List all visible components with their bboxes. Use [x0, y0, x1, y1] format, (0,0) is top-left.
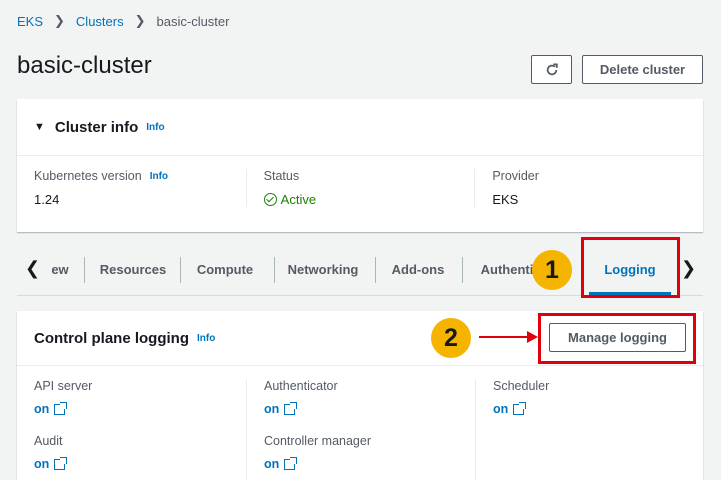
audit-label: Audit: [34, 434, 63, 448]
breadcrumb-clusters[interactable]: Clusters: [76, 14, 124, 29]
controller-manager-value[interactable]: on: [264, 457, 279, 471]
external-link-icon: [284, 401, 298, 415]
tab-resources[interactable]: Resources: [89, 244, 177, 294]
log-item-api-server: API server on: [34, 379, 246, 416]
chevron-left-icon[interactable]: ❮: [25, 258, 40, 279]
annotation-arrow: [479, 336, 529, 338]
control-plane-logging-title: Control plane logging: [34, 329, 189, 347]
kubernetes-info-link[interactable]: Info: [150, 171, 168, 182]
scheduler-value[interactable]: on: [493, 402, 508, 416]
tab-add-ons[interactable]: Add-ons: [380, 244, 456, 294]
audit-value[interactable]: on: [34, 457, 49, 471]
external-link-icon: [54, 456, 68, 470]
external-link-icon: [54, 401, 68, 415]
api-server-label: API server: [34, 379, 93, 393]
tab-divider: [462, 257, 463, 283]
arrow-right-icon: [527, 331, 538, 343]
status-value: Active: [280, 192, 317, 207]
chevron-right-icon[interactable]: ❯: [681, 258, 696, 279]
cluster-info-title: Cluster info: [54, 118, 139, 136]
page-title: basic-cluster: [17, 52, 152, 79]
cluster-info-panel: ▼ Cluster info Info Kubernetes version I…: [17, 99, 703, 232]
provider-value: EKS: [492, 192, 519, 207]
chevron-right-icon: ❯: [54, 13, 65, 28]
tab-divider: [180, 257, 181, 283]
chevron-right-icon: ❯: [134, 13, 146, 28]
provider-field: Provider EKS: [474, 169, 703, 207]
tab-divider: [84, 257, 85, 283]
breadcrumb: EKS ❯ Clusters ❯ basic-cluster: [17, 13, 229, 29]
annotation-highlight-logging-tab: [581, 237, 680, 298]
logging-column: Authenticator on Controller manager on: [246, 379, 475, 480]
cluster-info-header[interactable]: ▼ Cluster info Info: [17, 99, 703, 156]
log-item-controller-manager: Controller manager on: [264, 434, 475, 471]
logging-info-link[interactable]: Info: [197, 333, 215, 344]
authenticator-link[interactable]: on: [264, 401, 475, 416]
kubernetes-version-field: Kubernetes version Info 1.24: [17, 169, 246, 207]
status-label: Status: [263, 169, 300, 183]
log-item-audit: Audit on: [34, 434, 246, 471]
kubernetes-version-value: 1.24: [34, 192, 60, 207]
authenticator-value[interactable]: on: [264, 402, 279, 416]
tab-compute[interactable]: Compute: [185, 244, 265, 294]
tab-networking[interactable]: Networking: [279, 244, 367, 294]
tab-overview[interactable]: ew: [45, 244, 75, 294]
refresh-icon: [546, 62, 558, 75]
breadcrumb-eks[interactable]: EKS: [17, 14, 43, 29]
tab-divider: [375, 257, 376, 283]
breadcrumb-current: basic-cluster: [156, 13, 230, 29]
controller-manager-label: Controller manager: [264, 434, 371, 448]
cluster-info-link[interactable]: Info: [146, 122, 164, 133]
tab-divider: [274, 257, 275, 283]
controller-manager-link[interactable]: on: [264, 456, 475, 471]
api-server-value[interactable]: on: [34, 402, 49, 416]
step-2-badge: 2: [431, 318, 471, 358]
scheduler-label: Scheduler: [493, 379, 550, 393]
status-field: Status Active: [245, 169, 475, 207]
success-check-icon: [263, 193, 277, 206]
external-link-icon: [513, 401, 527, 415]
authenticator-label: Authenticator: [264, 379, 338, 393]
log-item-scheduler: Scheduler on: [493, 379, 703, 416]
refresh-button[interactable]: [531, 55, 572, 84]
annotation-highlight-manage-logging: [538, 313, 696, 364]
scheduler-link[interactable]: on: [493, 401, 703, 416]
logging-column: API server on Audit on: [17, 379, 246, 480]
kubernetes-version-label: Kubernetes version: [34, 169, 142, 183]
delete-cluster-button[interactable]: Delete cluster: [582, 55, 703, 84]
audit-link[interactable]: on: [34, 456, 246, 471]
external-link-icon: [284, 456, 298, 470]
api-server-link[interactable]: on: [34, 401, 246, 416]
provider-label: Provider: [492, 169, 539, 183]
step-1-badge: 1: [532, 250, 572, 290]
log-item-authenticator: Authenticator on: [264, 379, 475, 416]
logging-column: Scheduler on: [475, 379, 703, 480]
caret-down-icon[interactable]: ▼: [34, 121, 45, 133]
